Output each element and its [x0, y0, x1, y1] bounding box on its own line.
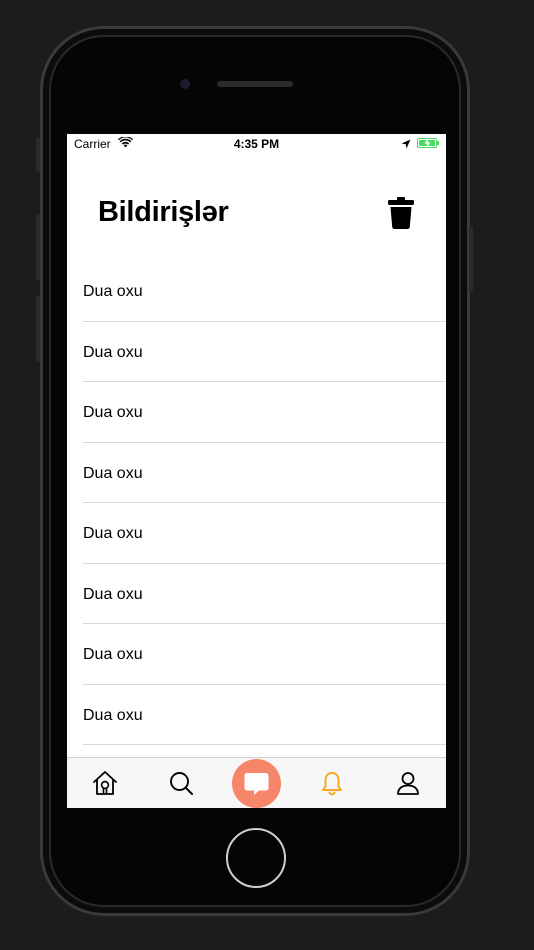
tab-profile[interactable] [393, 768, 423, 798]
notification-label: Dua oxu [83, 464, 143, 482]
notification-label: Dua oxu [83, 283, 143, 300]
tab-bar [67, 757, 446, 808]
battery-cap [437, 141, 439, 145]
delete-all-button[interactable] [387, 196, 415, 230]
home-icon [93, 771, 117, 795]
volume-up-button [36, 214, 40, 280]
tab-chat[interactable] [232, 759, 281, 808]
tab-search[interactable] [166, 768, 196, 798]
power-button [469, 226, 473, 292]
earpiece-speaker [217, 81, 293, 87]
list-item[interactable]: Dua oxu [67, 503, 446, 564]
list-item[interactable]: Dua oxu [67, 564, 446, 624]
notification-label: Dua oxu [83, 646, 143, 663]
status-time: 4:35 PM [233, 137, 280, 151]
bell-icon [322, 772, 342, 796]
trash-icon [388, 197, 414, 230]
notification-list: Dua oxu Dua oxu Dua oxu Dua oxu Dua oxu … [67, 261, 446, 745]
list-item[interactable]: Dua oxu [67, 382, 446, 443]
list-item[interactable]: Dua oxu [67, 624, 446, 685]
front-camera [180, 79, 190, 89]
app-screen: Carrier 4:35 PM Bildirişlər Dua oxu Dua … [67, 134, 446, 808]
profile-icon [397, 772, 419, 795]
tab-notifications[interactable] [317, 768, 347, 798]
notification-label: Dua oxu [83, 706, 143, 724]
location-arrow-icon [401, 139, 411, 149]
list-item[interactable]: Dua oxu [67, 685, 446, 745]
list-item[interactable]: Dua oxu [67, 322, 446, 382]
search-icon [170, 772, 193, 795]
list-item[interactable]: Dua oxu [67, 261, 446, 322]
notification-label: Dua oxu [83, 404, 143, 421]
notification-label: Dua oxu [83, 585, 143, 603]
status-bar: Carrier 4:35 PM [67, 134, 446, 154]
page-title: Bildirişlər [98, 196, 229, 228]
charging-bolt-icon [424, 138, 431, 148]
notification-label: Dua oxu [83, 343, 143, 361]
volume-down-button [36, 296, 40, 362]
notification-label: Dua oxu [83, 525, 143, 542]
tab-home[interactable] [90, 768, 120, 798]
chat-icon [244, 773, 269, 795]
home-button[interactable] [226, 828, 286, 888]
mute-switch [36, 138, 40, 172]
divider [83, 744, 446, 745]
list-item[interactable]: Dua oxu [67, 443, 446, 503]
